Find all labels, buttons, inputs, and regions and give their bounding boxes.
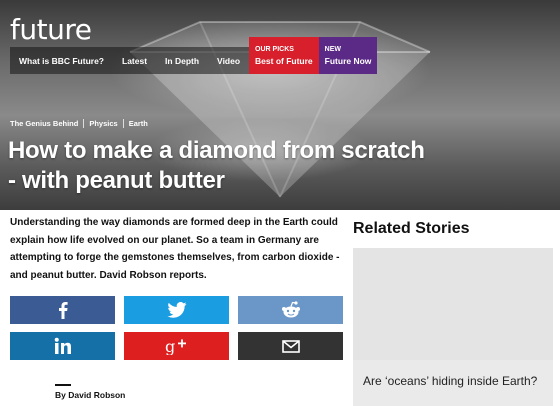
breadcrumb: The Genius Behind Physics Earth <box>10 119 153 128</box>
share-linkedin-button[interactable] <box>10 332 115 360</box>
byline-divider <box>55 384 71 386</box>
nav-latest[interactable]: Latest <box>113 47 156 74</box>
main-nav: What is BBC Future? Latest In Depth Vide… <box>10 37 378 74</box>
nav-what-is-bbc-future[interactable]: What is BBC Future? <box>10 47 113 74</box>
facebook-icon <box>58 302 68 319</box>
nav-video[interactable]: Video <box>208 47 249 74</box>
our-picks-tag: OUR PICKS <box>255 45 294 53</box>
share-facebook-button[interactable] <box>10 296 115 324</box>
share-reddit-button[interactable] <box>238 296 343 324</box>
related-stories-heading: Related Stories <box>353 220 470 237</box>
reddit-icon <box>281 301 300 318</box>
google-plus-icon: g <box>165 337 186 355</box>
svg-text:g: g <box>165 337 175 355</box>
breadcrumb-earth[interactable]: Earth <box>122 119 153 128</box>
nav-best-of-future[interactable]: OUR PICKS Best of Future <box>249 37 319 74</box>
related-story-image[interactable] <box>353 248 553 360</box>
hero-image: future What is BBC Future? Latest In Dep… <box>0 0 560 210</box>
related-story-title[interactable]: Are ‘oceans’ hiding inside Earth? <box>363 374 543 389</box>
share-google-plus-button[interactable]: g <box>124 332 229 360</box>
share-email-button[interactable] <box>238 332 343 360</box>
nav-future-now[interactable]: NEW Future Now <box>318 37 378 74</box>
article-title: How to make a diamond from scratch - wit… <box>8 137 425 194</box>
share-twitter-button[interactable] <box>124 296 229 324</box>
site-logo[interactable]: future <box>10 13 92 46</box>
linkedin-icon <box>54 337 71 354</box>
breadcrumb-the-genius-behind[interactable]: The Genius Behind <box>10 119 83 128</box>
best-of-future-label: Best of Future <box>255 55 313 66</box>
share-buttons: g <box>10 296 344 360</box>
article-byline: By David Robson <box>55 390 126 400</box>
related-story-card[interactable]: Are ‘oceans’ hiding inside Earth? <box>353 360 553 406</box>
email-icon <box>281 339 300 353</box>
article-summary: Understanding the way diamonds are forme… <box>10 217 340 281</box>
new-tag: NEW <box>324 45 342 53</box>
twitter-icon <box>166 302 187 318</box>
breadcrumb-physics[interactable]: Physics <box>83 119 122 128</box>
future-now-label: Future Now <box>324 55 372 66</box>
nav-in-depth[interactable]: In Depth <box>156 47 208 74</box>
